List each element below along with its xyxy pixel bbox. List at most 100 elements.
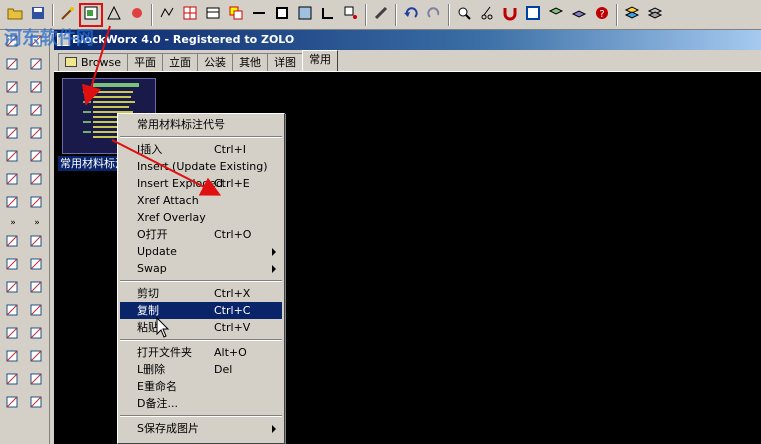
zoom-button[interactable]	[453, 4, 475, 26]
cut-button[interactable]	[476, 4, 498, 26]
corner-button[interactable]	[317, 4, 339, 26]
menu-item-shortcut: Del	[214, 363, 233, 376]
tool-icon	[28, 79, 44, 98]
insert-block-icon	[83, 5, 99, 24]
draw-button[interactable]	[103, 4, 125, 26]
left-tool-button[interactable]	[25, 147, 47, 167]
left-tool-button[interactable]	[25, 55, 47, 75]
left-tool-button[interactable]	[1, 393, 23, 413]
toolbar-overflow-icon[interactable]: »	[25, 216, 49, 230]
menu-item[interactable]: Insert (Update Existing)	[120, 158, 282, 175]
pencil-button[interactable]	[370, 4, 392, 26]
left-tool-button[interactable]	[1, 301, 23, 321]
panel-button[interactable]	[294, 4, 316, 26]
menu-item[interactable]: Swap	[120, 260, 282, 277]
polyline-button[interactable]	[156, 4, 178, 26]
left-tool-button[interactable]	[1, 124, 23, 144]
undo-button[interactable]	[400, 4, 422, 26]
window-button[interactable]	[522, 4, 544, 26]
save-button[interactable]	[27, 4, 49, 26]
corner-icon	[320, 5, 336, 24]
tab-label: 详图	[274, 56, 297, 69]
star-button[interactable]	[126, 4, 148, 26]
wand-button[interactable]	[57, 4, 79, 26]
left-tool-button[interactable]	[25, 170, 47, 190]
folder-button[interactable]	[4, 4, 26, 26]
menu-item[interactable]: Update	[120, 243, 282, 260]
panel-icon	[297, 5, 313, 24]
left-tool-button[interactable]	[1, 370, 23, 390]
line-button[interactable]	[248, 4, 270, 26]
menu-item[interactable]: 打开文件夹 Alt+O	[120, 344, 282, 361]
menu-item[interactable]: Xref Attach	[120, 192, 282, 209]
left-tool-button[interactable]	[1, 193, 23, 213]
menu-item[interactable]: I插入 Ctrl+I	[120, 141, 282, 158]
tab-0[interactable]: Browse	[58, 53, 129, 71]
left-tool-button[interactable]	[25, 324, 47, 344]
left-tool-button[interactable]	[25, 393, 47, 413]
menu-item[interactable]: Insert Exploded Ctrl+E	[120, 175, 282, 192]
left-tool-button[interactable]	[25, 347, 47, 367]
save-icon	[30, 5, 46, 24]
left-tool-button[interactable]	[25, 78, 47, 98]
toolbar-overflow-icon[interactable]: »	[1, 216, 25, 230]
left-tool-button[interactable]	[25, 232, 47, 252]
menu-item-label: S保存成图片	[137, 422, 199, 435]
grid-button[interactable]	[179, 4, 201, 26]
left-tool-button[interactable]	[1, 147, 23, 167]
left-tool-button[interactable]	[1, 55, 23, 75]
tab-1[interactable]: 平面	[127, 53, 164, 71]
tab-5[interactable]: 详图	[267, 53, 304, 71]
menu-item-label: L删除	[137, 363, 166, 376]
window-titlebar[interactable]: BlockWorx 4.0 - Registered to ZOLO	[54, 30, 761, 50]
left-tool-button[interactable]	[1, 347, 23, 367]
layers-button[interactable]	[545, 4, 567, 26]
left-tool-button[interactable]	[1, 170, 23, 190]
menu-item[interactable]: 常用材料标注代号	[120, 116, 282, 133]
select-button[interactable]	[340, 4, 362, 26]
menu-item[interactable]: D备注...	[120, 395, 282, 412]
left-tool-button[interactable]	[25, 278, 47, 298]
tab-3[interactable]: 公装	[197, 53, 234, 71]
layer-manager-button[interactable]	[621, 4, 643, 26]
left-tool-button[interactable]	[25, 101, 47, 121]
menu-item[interactable]: Xref Overlay	[120, 209, 282, 226]
menu-item-shortcut: Ctrl+I	[214, 143, 247, 156]
box-button[interactable]	[271, 4, 293, 26]
menu-item[interactable]: 剪切 Ctrl+X	[120, 285, 282, 302]
tab-4[interactable]: 其他	[232, 53, 269, 71]
left-tool-button[interactable]	[25, 124, 47, 144]
left-tool-button[interactable]	[25, 370, 47, 390]
left-tool-button[interactable]	[25, 301, 47, 321]
menu-item[interactable]: E重命名	[120, 378, 282, 395]
menu-item[interactable]: 粘贴 Ctrl+V	[120, 319, 282, 336]
menu-item-label: E重命名	[137, 380, 177, 393]
menu-item[interactable]: S保存成图片	[120, 420, 282, 437]
copy-button[interactable]	[225, 4, 247, 26]
insert-block-button[interactable]	[79, 2, 103, 27]
table-button[interactable]	[202, 4, 224, 26]
redo-button[interactable]	[423, 4, 445, 26]
stack-button[interactable]	[568, 4, 590, 26]
left-tool-button[interactable]	[1, 324, 23, 344]
svg-text:?: ?	[599, 9, 604, 20]
menu-item[interactable]: L删除 Del	[120, 361, 282, 378]
left-tool-button[interactable]	[1, 232, 23, 252]
tab-6[interactable]: 常用	[302, 50, 339, 71]
left-tool-button[interactable]	[25, 255, 47, 275]
left-tool-button[interactable]	[1, 278, 23, 298]
table-icon	[205, 5, 221, 24]
tool-icon	[28, 56, 44, 75]
left-tool-button[interactable]	[1, 101, 23, 121]
help-button[interactable]: ?	[591, 4, 613, 26]
left-tool-button[interactable]	[1, 78, 23, 98]
toolbar-separator	[616, 3, 618, 26]
tab-2[interactable]: 立面	[162, 53, 199, 71]
menu-item[interactable]: 复制 Ctrl+C	[120, 302, 282, 319]
layer-stack-button[interactable]	[644, 4, 666, 26]
tool-icon	[28, 233, 44, 252]
left-tool-button[interactable]	[25, 193, 47, 213]
magnet-button[interactable]	[499, 4, 521, 26]
left-tool-button[interactable]	[1, 255, 23, 275]
menu-item[interactable]: O打开 Ctrl+O	[120, 226, 282, 243]
